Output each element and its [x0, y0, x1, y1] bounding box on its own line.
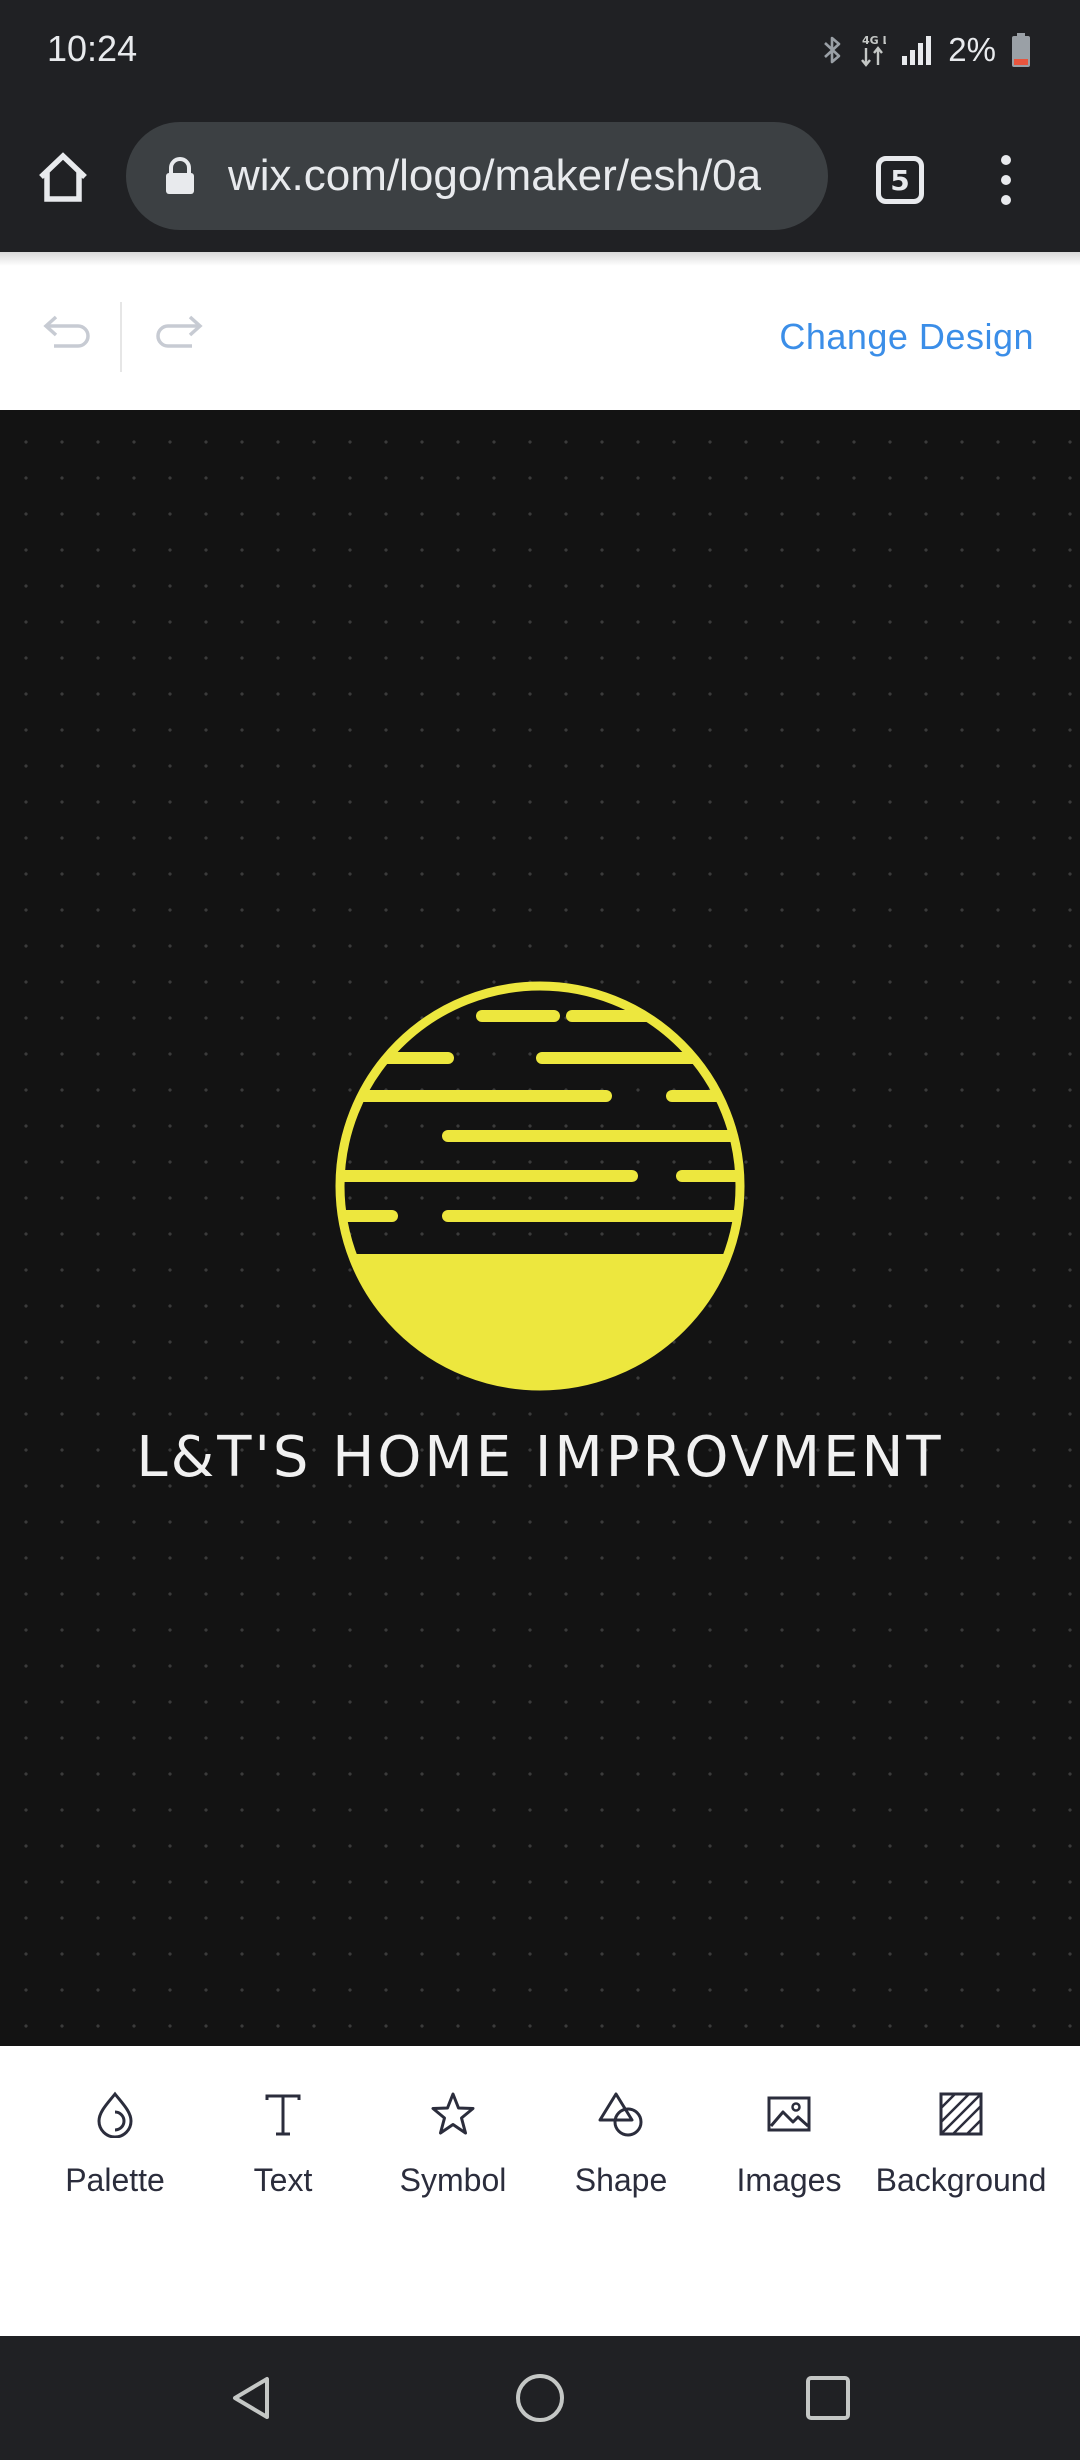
tool-label: Images: [736, 2162, 842, 2198]
more-menu-dot: [1001, 195, 1011, 205]
tool-text[interactable]: Text: [198, 2086, 368, 2236]
background-hatch-icon: [933, 2086, 989, 2142]
home-button[interactable]: [30, 144, 96, 210]
page-top-shadow: [0, 252, 1080, 266]
status-icons: 4G LTE 2%: [822, 26, 1032, 74]
recents-icon: [806, 2376, 850, 2420]
tool-symbol[interactable]: Symbol: [368, 2086, 538, 2236]
status-time: 10:24: [47, 28, 138, 69]
shapes-icon: [593, 2086, 649, 2142]
redo-icon: [156, 315, 203, 348]
home-icon: [39, 152, 87, 202]
browser-toolbar: wix.com/logo/maker/esh/0a 5: [0, 104, 1080, 252]
more-menu-dot: [1001, 175, 1011, 185]
url-bar[interactable]: wix.com/logo/maker/esh/0a: [126, 122, 828, 230]
star-icon: [425, 2086, 481, 2142]
home-circle-icon: [516, 2374, 564, 2422]
battery-icon: [1012, 33, 1030, 67]
tool-shape[interactable]: Shape: [536, 2086, 706, 2236]
redo-button[interactable]: [156, 308, 212, 364]
editor-toolbox: Palette Text Symbol Shape Images Backgro…: [0, 2046, 1080, 2334]
undo-icon: [43, 315, 90, 348]
tool-background[interactable]: Background: [876, 2086, 1046, 2236]
more-menu-icon: [1001, 155, 1011, 165]
text-icon: [255, 2086, 311, 2142]
tool-label: Background: [875, 2162, 1047, 2198]
tool-palette[interactable]: Palette: [30, 2086, 200, 2236]
lte-icon: 4G LTE: [861, 34, 886, 67]
logo-symbol[interactable]: [332, 978, 748, 1394]
signal-icon: [902, 36, 932, 65]
more-menu-button[interactable]: [986, 144, 1026, 216]
system-nav-bar: [0, 2336, 1080, 2460]
tool-label: Palette: [65, 2162, 165, 2198]
tab-switcher-button[interactable]: 5: [870, 150, 930, 210]
recents-button[interactable]: [798, 2368, 858, 2428]
palette-drop-icon: [87, 2086, 143, 2142]
bluetooth-icon: [824, 36, 841, 64]
back-icon: [233, 2377, 269, 2419]
url-text: wix.com/logo/maker/esh/0a: [228, 151, 762, 200]
back-button[interactable]: [222, 2368, 282, 2428]
change-design-link[interactable]: Change Design: [779, 316, 1034, 358]
logo-canvas[interactable]: L&T'S HOME IMPROVMENT: [0, 410, 1080, 2046]
tool-label: Shape: [574, 2162, 668, 2198]
tool-label: Symbol: [399, 2162, 507, 2198]
lte-4g-text: 4G LTE: [862, 34, 886, 47]
editor-top-bar: Change Design: [0, 266, 1080, 410]
toolbar-divider: [120, 302, 122, 372]
tabs-icon: 5: [876, 156, 924, 204]
status-bar: 10:24 4G LTE 2%: [0, 0, 1080, 104]
image-icon: [761, 2086, 817, 2142]
tool-label: Text: [253, 2162, 313, 2198]
tab-count: 5: [890, 163, 910, 197]
lock-icon: [166, 157, 194, 194]
logo-text[interactable]: L&T'S HOME IMPROVMENT: [0, 1425, 1080, 1490]
undo-button[interactable]: [34, 308, 90, 364]
battery-percent: 2%: [948, 31, 996, 68]
tool-images[interactable]: Images: [704, 2086, 874, 2236]
home-nav-button[interactable]: [510, 2368, 570, 2428]
